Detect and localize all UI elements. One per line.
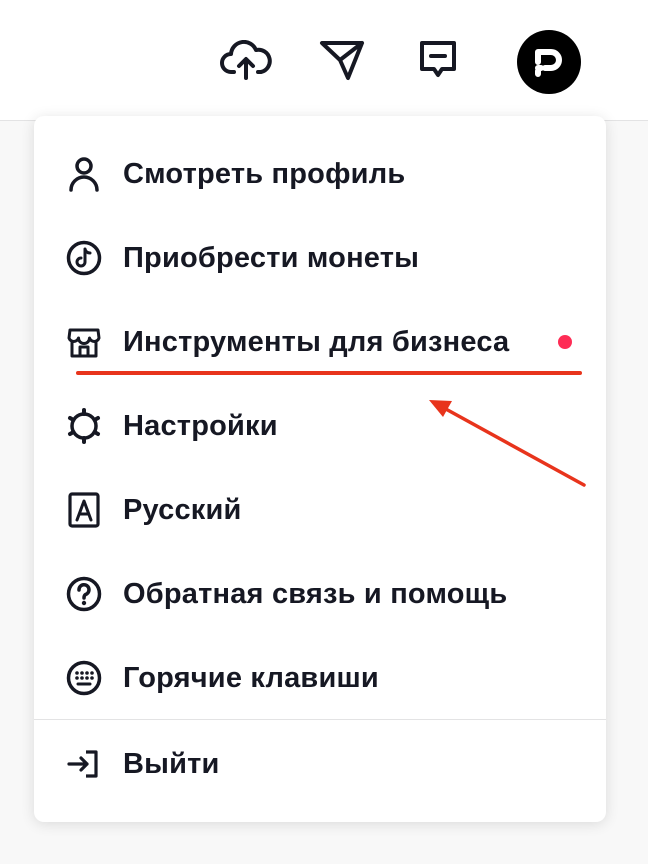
message-box-icon bbox=[420, 41, 456, 77]
new-badge-dot bbox=[558, 335, 572, 349]
profile-dropdown-menu: Смотреть профиль Приобрести монеты Инстр… bbox=[34, 116, 606, 822]
top-navigation-bar bbox=[0, 0, 648, 121]
menu-item-label: Обратная связь и помощь bbox=[123, 577, 508, 610]
menu-item-label: Выйти bbox=[123, 747, 220, 780]
menu-item-label: Русский bbox=[123, 493, 242, 526]
logout-arrow-icon bbox=[66, 746, 102, 782]
menu-item-label: Приобрести монеты bbox=[123, 241, 420, 274]
menu-item-settings[interactable]: Настройки bbox=[34, 384, 606, 468]
person-icon bbox=[66, 156, 102, 192]
avatar-logo-icon bbox=[535, 49, 562, 77]
tiktok-coin-icon bbox=[66, 240, 102, 276]
question-circle-icon bbox=[66, 576, 102, 612]
menu-item-get-coins[interactable]: Приобрести монеты bbox=[34, 216, 606, 300]
cloud-upload-icon bbox=[220, 40, 272, 80]
paper-plane-icon bbox=[320, 41, 364, 80]
menu-item-language[interactable]: Русский bbox=[34, 468, 606, 552]
menu-divider bbox=[34, 719, 606, 720]
menu-item-label: Смотреть профиль bbox=[123, 157, 406, 190]
language-a-icon bbox=[66, 492, 102, 528]
messages-button[interactable] bbox=[316, 36, 368, 84]
menu-item-view-profile[interactable]: Смотреть профиль bbox=[34, 132, 606, 216]
upload-button[interactable] bbox=[220, 36, 272, 84]
menu-item-label: Инструменты для бизнеса bbox=[123, 325, 510, 358]
menu-item-label: Настройки bbox=[123, 409, 278, 442]
menu-item-feedback-help[interactable]: Обратная связь и помощь bbox=[34, 552, 606, 636]
storefront-icon bbox=[66, 324, 102, 360]
menu-item-logout[interactable]: Выйти bbox=[34, 722, 606, 806]
inbox-button[interactable] bbox=[412, 36, 464, 84]
keyboard-icon bbox=[66, 660, 102, 696]
menu-item-label: Горячие клавиши bbox=[123, 661, 379, 694]
avatar[interactable] bbox=[517, 30, 581, 94]
menu-item-keyboard-shortcuts[interactable]: Горячие клавиши bbox=[34, 636, 606, 720]
gear-icon bbox=[66, 408, 102, 444]
annotation-underline bbox=[76, 371, 582, 375]
